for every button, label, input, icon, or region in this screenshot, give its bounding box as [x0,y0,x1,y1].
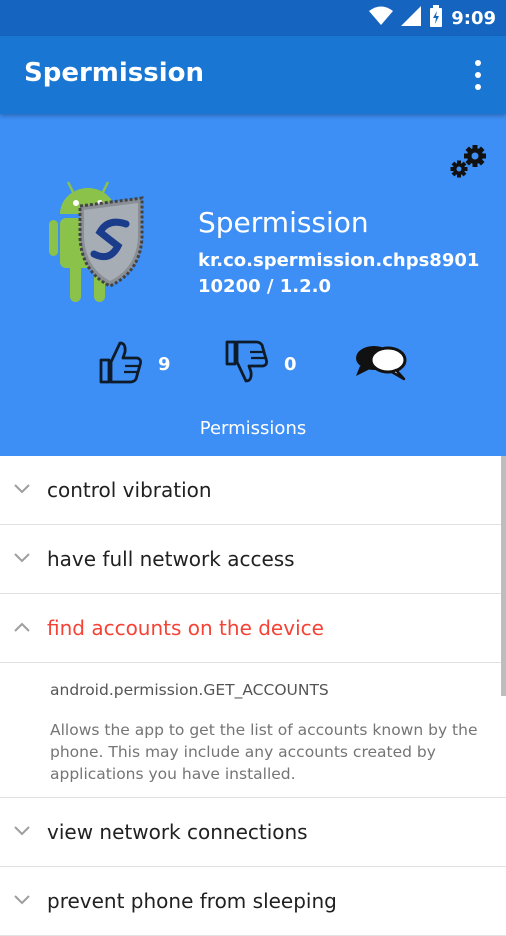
chevron-down-icon [14,893,30,905]
permission-label: prevent phone from sleeping [47,889,337,913]
permission-label: find accounts on the device [47,616,324,640]
chevron-down-icon [14,482,30,494]
dislike-count: 0 [284,353,297,375]
scrollbar[interactable] [501,456,506,696]
permission-details: android.permission.GET_ACCOUNTS Allows t… [0,663,506,798]
chevron-down-icon [14,551,30,563]
android-shield-icon [48,176,158,311]
status-time: 9:09 [451,7,496,29]
chevron-up-icon [14,620,30,632]
chevron-down-icon [14,824,30,836]
status-bar: 9:09 [0,0,506,36]
permission-item[interactable]: prevent phone from sleeping [0,867,506,936]
more-vert-icon[interactable] [472,60,484,90]
app-name: Spermission [198,206,369,239]
thumbs-down-icon [224,340,270,389]
like-button[interactable]: 9 [98,340,171,388]
permission-item[interactable]: control vibration [0,456,506,525]
wifi-icon [369,6,394,31]
tab-permissions[interactable]: Permissions [0,418,506,439]
permission-item[interactable]: view network connections [0,798,506,867]
status-icons: 9:09 [369,4,496,32]
app-info-header: Spermission kr.co.spermission.chps8901 1… [0,114,506,456]
permission-label: view network connections [47,820,308,844]
permission-item-expanded[interactable]: find accounts on the device [0,594,506,663]
comments-icon [354,342,408,387]
permission-description: Allows the app to get the list of accoun… [50,721,478,783]
permission-label: control vibration [47,478,212,502]
comments-button[interactable] [354,340,408,388]
permission-list: control vibration have full network acce… [0,456,506,936]
app-version: 10200 / 1.2.0 [198,276,331,297]
thumbs-up-icon [98,340,144,389]
battery-charging-icon [429,4,443,32]
gears-icon[interactable] [448,144,490,185]
app-package: kr.co.spermission.chps8901 [198,250,480,271]
dislike-button[interactable]: 0 [224,340,297,388]
permission-constant: android.permission.GET_ACCOUNTS [50,681,329,699]
app-bar: Spermission [0,36,506,114]
app-bar-title: Spermission [24,58,205,88]
permission-label: have full network access [47,547,295,571]
like-count: 9 [158,353,171,375]
cell-signal-icon [401,5,422,31]
permission-item[interactable]: have full network access [0,525,506,594]
